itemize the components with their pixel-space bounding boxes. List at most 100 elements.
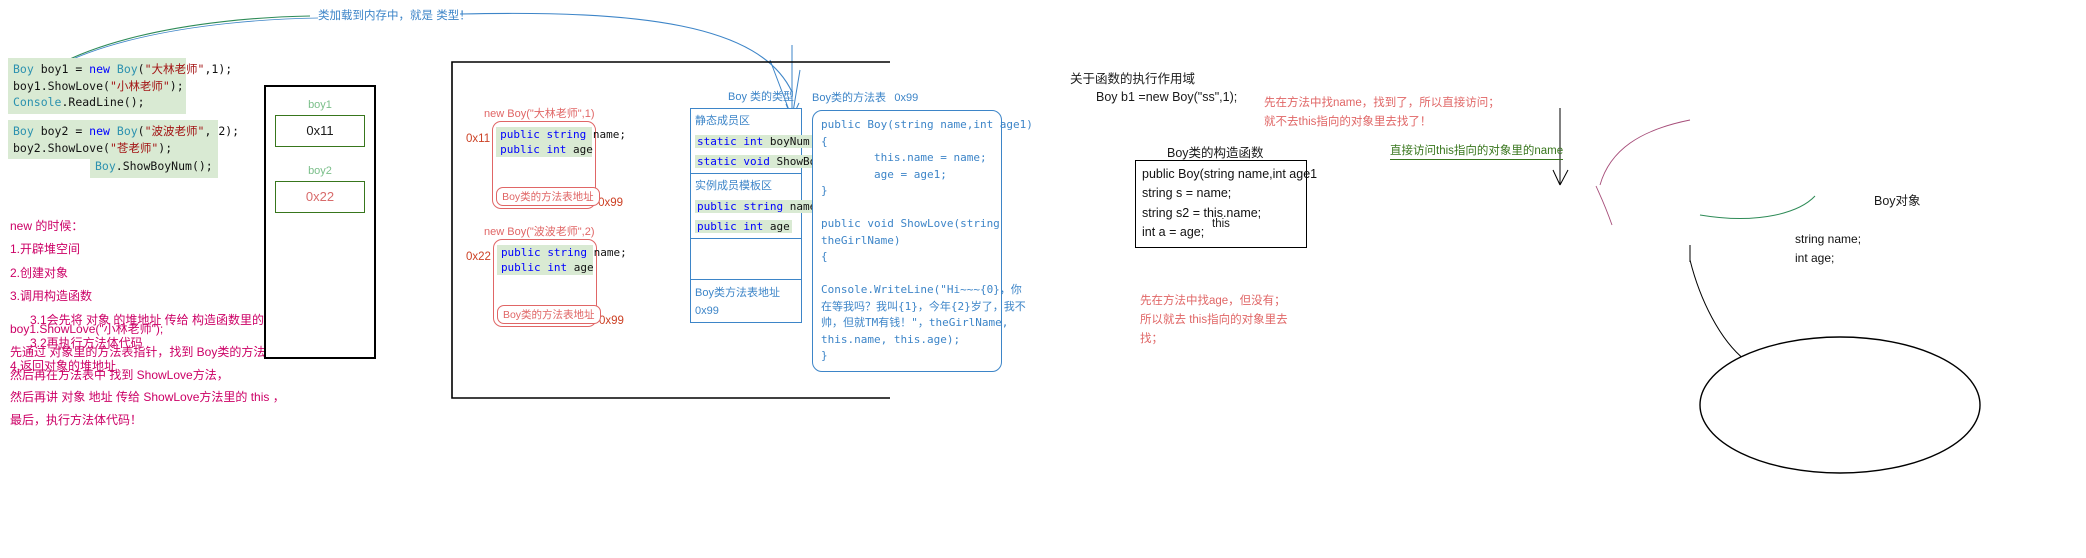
code-token: age [566,143,593,156]
boy-object-caption: Boy对象 [1874,194,1921,208]
note-line: 就不去this指向的对象里去找了！ [1264,115,1432,128]
note-line: new 的时候： [10,219,84,233]
code-token: , 2); [204,124,240,138]
code-line: public int age [496,260,594,275]
stack-slot-label: boy2 [308,165,332,177]
code-line: public int age [695,220,792,233]
code-token: name; [586,128,626,141]
class-type-spacer [691,239,801,280]
code-token: .ShowBoyNum(); [115,159,213,173]
code-token: "大林老师" [144,62,205,76]
note-line: 先通过 对象里的方法表指针，找到 Boy类的方法表 [10,344,278,359]
code-block-boy1: Boy boy1 = new Boy("大林老师",1); boy1.ShowLo… [8,58,232,115]
code-line: Boy boy2 = new Boy("波波老师", 2); [13,123,239,140]
code-token: age [763,220,790,233]
code-line: Boy.ShowBoyNum(); [95,158,213,175]
stack-slot-boy1[interactable]: 0x11 [275,115,365,147]
code-token: "小林老师" [109,78,170,93]
curve-green-this-name [1699,195,1816,219]
stack-slot-value: 0x22 [305,189,335,204]
code-line: public string name; [496,127,626,142]
note-line: 然后再讲 对象 地址 传给 ShowLove方法里的 this ， [10,390,285,405]
code-token: string [547,246,588,259]
heap-object-methodtable-ref: Boy类的方法表地址 [496,305,601,324]
method-table-address: 0x99 [894,92,919,104]
note-line: 2.创建对象 [10,265,69,280]
code-token: static [697,135,737,148]
this-label: this [1212,218,1230,230]
note-line: 先在方法中找age，但没有； [1140,295,1286,307]
code-token: ); [158,140,173,155]
stack-panel: boy1 0x11 boy2 0x22 [264,85,376,359]
code-token: public [697,220,737,233]
code-token: Boy [95,159,116,173]
code-token: ( [137,124,145,138]
class-type-caption: Boy 类的类型 [728,91,795,103]
heap-object-1: new Boy("波波老师",2) 0x22 public string name;… [466,223,627,327]
static-member-rows: static int boyNumstatic void ShowBoyNum(… [695,130,858,170]
note-line: 先在方法中找name，找到了，所以直接访问； [1264,97,1500,109]
stack-slot-label: boy1 [308,99,332,111]
code-token: public [500,261,541,274]
instance-member-label: 实例成员模板区 [695,180,772,192]
code-token: "苍老师" [109,140,159,155]
code-line: public string name; [695,200,825,213]
note-line: boy1.ShowLove("小林老师"); [10,322,164,336]
ctor-code-line: string s = name; [1142,186,1232,201]
code-token: int [743,220,764,233]
top-annotation: 类加载到内存中，就是 类型！ [318,10,471,22]
heap-object-card: public string name; public int age Boy类的方法… [492,121,626,209]
code-line: boy1.ShowLove("小林老师"); [13,78,184,95]
code-line: boy2.ShowLove("苍老师"); [13,140,213,157]
code-token: new [89,62,110,76]
code-token: name; [587,246,627,259]
code-token: Boy [13,124,34,138]
class-type-block: Boy 类的类型 静态成员区 static int boyNum static v… [690,88,858,323]
stack-slot-boy2[interactable]: 0x22 [275,181,365,213]
code-line: static int boyNum [695,135,812,148]
note-line: 最后，执行方法体代码！ [10,413,143,428]
code-token: boyNum [763,135,810,148]
code-token: int [546,143,567,156]
notes-method-call: boy1.ShowLove("小林老师"); 先通过 对象里的方法表指针，找到 … [10,318,285,432]
code-token: ( [137,62,145,76]
heap-object-caption: new Boy("大林老师",1) [484,108,595,120]
object-field-line: string name; [1795,232,1862,246]
code-token: boy1 = [33,62,90,76]
code-token: public [500,128,540,141]
curve-ctor-to-note-top [1599,119,1691,186]
code-token: age [567,261,594,274]
code-block-boy2: Boy boy2 = new Boy("波波老师", 2); boy2.ShowL… [8,120,239,160]
code-token: boy1.ShowLove( [13,78,110,93]
object-field-line: int age; [1795,251,1835,266]
note-line: 所以就去 this指向的对象里去 [1140,313,1288,326]
static-member-section: 静态成员区 static int boyNumstatic void ShowB… [691,109,858,174]
boy-object-ellipse [1699,336,1981,474]
curve-name-note [1595,185,1613,226]
code-token: Console [13,95,62,110]
code-token: public [697,200,737,213]
heap-object-methodtable-ref: Boy类的方法表地址 [496,187,600,206]
code-line: public string name; [496,245,627,260]
static-member-label: 静态成员区 [695,115,750,127]
boy-object-fields: string name; int age; [1795,230,1955,268]
curve-topnote-to-classtype [459,12,793,93]
method-table-code: public Boy(string name,int age1) { this.… [812,110,1033,372]
method-table-caption: Boy类的方法表 [812,92,886,104]
heap-object-0: new Boy("大林老师",1) 0x11 public string name;… [466,105,626,209]
code-token: public [500,246,541,259]
heap-object-address: 0x22 [466,251,491,263]
scope-title: 关于函数的执行作用域 [1070,72,1196,86]
note-line: 然后再在方法表中 找到 ShowLove方法， [10,367,229,382]
note-line: 1.开辟堆空间 [10,242,81,257]
code-token: Boy [116,62,138,76]
code-token: boy2 = [33,124,90,138]
code-token: string [546,128,587,141]
code-token: boy2.ShowLove( [13,140,110,155]
instance-member-section: 实例成员模板区 public string name; public int ag… [691,174,825,239]
ctor-caption: Boy类的构造函数 [1167,146,1264,160]
code-block-showboynum: Boy.ShowBoyNum(); [90,155,218,178]
method-table-addr-label: Boy类方法表地址 [695,287,780,299]
